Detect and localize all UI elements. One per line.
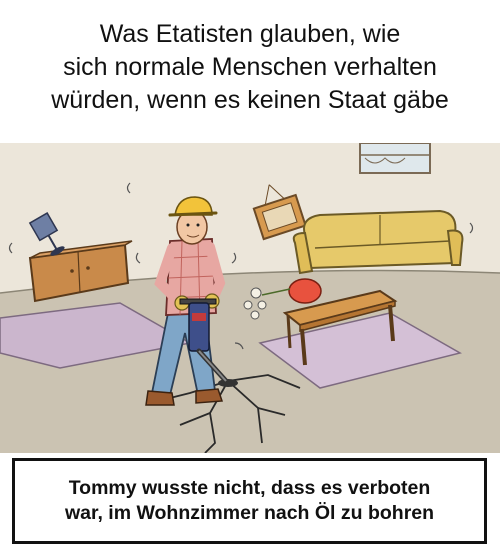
title-line-1: Was Etatisten glauben, wie — [99, 20, 401, 48]
caption-box: Tommy wusste nicht, dass es verboten war… — [12, 458, 487, 544]
window-icon — [359, 143, 431, 174]
title-line-2: sich normale Menschen verhalten — [63, 53, 437, 81]
meme-title: Was Etatisten glauben, wie sich normale … — [0, 18, 500, 117]
sofa-icon — [292, 209, 464, 275]
title-line-3: würden, wenn es keinen Staat gäbe — [51, 86, 449, 114]
cartoon-illustration — [0, 143, 500, 453]
caption-line-2: war, im Wohnzimmer nach Öl zu bohren — [64, 502, 435, 524]
caption-line-1: Tommy wusste nicht, dass es verboten — [68, 477, 431, 499]
